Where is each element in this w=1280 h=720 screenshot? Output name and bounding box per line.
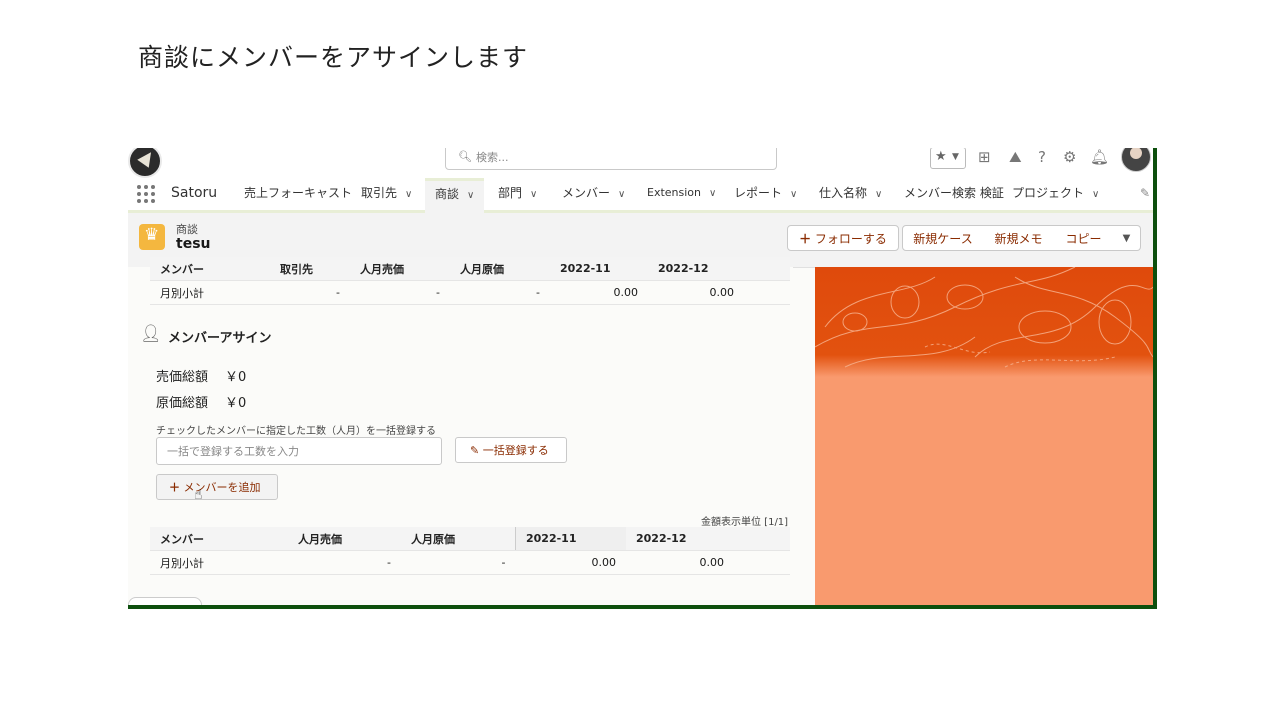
bell-icon[interactable]: 🔔︎ — [1090, 148, 1109, 166]
nav-item-extension[interactable]: Extension ∨ — [647, 178, 716, 210]
record-name: tesu — [176, 236, 211, 252]
chevron-down-icon: ▼ — [1122, 233, 1131, 244]
sales-total-label: 売価総額 — [156, 370, 209, 385]
currency-unit-label: 金額表示単位 [1/1] — [701, 517, 789, 528]
cost-total-label: 原価総額 — [156, 396, 209, 411]
setup-icon[interactable]: ⚙ — [1063, 148, 1076, 166]
chevron-down-icon[interactable]: ∨ — [790, 189, 797, 200]
plus-icon: ＋ — [169, 481, 180, 494]
utility-bar-tab[interactable] — [128, 597, 202, 605]
global-header: 🔍︎ 検索... ★ ▼ ⊞ ⛰ ? ⚙ 🔔︎ — [128, 148, 1153, 178]
chevron-down-icon[interactable]: ∨ — [405, 189, 412, 200]
add-member-button[interactable]: ＋ メンバーを追加 — [156, 474, 278, 500]
table-header-row: メンバー 取引先 人月売価 人月原価 2022-11 2022-12 — [150, 257, 790, 281]
cost-total-value: ￥0 — [225, 396, 247, 411]
nav-item-departments[interactable]: 部門 ∨ — [498, 178, 537, 210]
object-label: 商談 — [176, 223, 198, 236]
new-memo-button[interactable]: 新規メモ — [983, 225, 1055, 251]
trailhead-icon[interactable]: ⛰ — [1009, 148, 1022, 166]
nav-item-opportunities[interactable]: 商談 ∨ — [425, 178, 485, 213]
table-row: 月別小計 - - - 0.00 0.00 — [150, 280, 790, 305]
record-main: メンバー 取引先 人月売価 人月原価 2022-11 2022-12 月別小計 … — [128, 257, 793, 605]
nav-item-accounts[interactable]: 取引先 ∨ — [361, 178, 412, 210]
bulk-hours-placeholder: 一括で登録する工数を入力 — [167, 445, 299, 458]
slide-title: 商談にメンバーをアサインします — [138, 43, 529, 72]
chevron-down-icon: ▼ — [952, 152, 959, 162]
bulk-hours-input[interactable]: 一括で登録する工数を入力 — [156, 437, 442, 465]
help-icon[interactable]: ? — [1038, 148, 1046, 166]
member-table-bottom: メンバー 人月売価 人月原価 2022-11 2022-12 月別小計 - - … — [150, 527, 790, 575]
add-icon[interactable]: ⊞ — [978, 148, 991, 166]
chevron-down-icon[interactable]: ∨ — [618, 189, 625, 200]
chevron-down-icon[interactable]: ∨ — [875, 189, 882, 200]
nav-bar: Satoru 売上フォーキャスト 取引先 ∨ 商談 ∨ 部門 ∨ メンバー ∨ Exte… — [128, 178, 1153, 213]
more-actions-button[interactable]: ▼ — [1113, 225, 1141, 251]
plus-icon: ＋ — [799, 232, 812, 246]
search-placeholder: 検索... — [476, 151, 509, 164]
chevron-down-icon[interactable]: ∨ — [709, 188, 716, 199]
table-row: 月別小計 - - 0.00 0.00 — [150, 550, 790, 575]
topographic-banner-image — [815, 267, 1153, 377]
sidebar-banner — [815, 267, 1153, 605]
chevron-down-icon[interactable]: ∨ — [530, 189, 537, 200]
favorites-button[interactable]: ★ ▼ — [930, 148, 966, 169]
app-launcher-icon[interactable] — [137, 185, 155, 203]
bulk-register-button[interactable]: ✎ 一括登録する — [455, 437, 567, 463]
nav-item-members[interactable]: メンバー ∨ — [562, 178, 625, 210]
chevron-down-icon[interactable]: ∨ — [1092, 189, 1099, 200]
bulk-hint: チェックしたメンバーに指定した工数（人月）を一括登録する — [156, 426, 436, 437]
sales-total-value: ￥0 — [225, 370, 247, 385]
new-case-button[interactable]: 新規ケース — [902, 225, 984, 251]
user-avatar[interactable] — [1121, 148, 1151, 172]
chevron-down-icon[interactable]: ∨ — [467, 190, 474, 201]
nav-item-purchase-names[interactable]: 仕入名称 ∨ — [819, 178, 882, 210]
section-title: メンバーアサイン — [168, 331, 272, 346]
global-search[interactable]: 🔍︎ 検索... — [445, 148, 777, 170]
mouse-cursor-icon: ☝︎ — [194, 487, 203, 503]
search-icon: 🔍︎ — [458, 150, 472, 163]
nav-item-reports[interactable]: レポート ∨ — [734, 178, 797, 210]
org-logo[interactable] — [128, 148, 162, 178]
nav-item-member-search[interactable]: メンバー検索 検証 — [904, 178, 1004, 210]
edit-nav-icon[interactable]: ✎ — [1140, 186, 1150, 200]
copy-button[interactable]: コピー — [1054, 225, 1114, 251]
table-header-row: メンバー 人月売価 人月原価 2022-11 2022-12 — [150, 527, 790, 551]
pencil-icon: ✎ — [470, 444, 480, 457]
member-table-top: メンバー 取引先 人月売価 人月原価 2022-11 2022-12 月別小計 … — [150, 257, 790, 305]
app-name: Satoru — [171, 185, 218, 201]
nav-item-projects[interactable]: プロジェクト ∨ — [1012, 178, 1099, 210]
star-icon: ★ — [935, 149, 947, 164]
nav-item-forecast[interactable]: 売上フォーキャスト — [244, 178, 352, 210]
follow-button[interactable]: ＋ フォローする — [787, 225, 899, 251]
opportunity-icon — [139, 224, 165, 250]
person-icon: 👤︎ — [140, 324, 162, 344]
salesforce-window: 🔍︎ 検索... ★ ▼ ⊞ ⛰ ? ⚙ 🔔︎ Satoru 売上フォーキャスト… — [128, 148, 1157, 609]
